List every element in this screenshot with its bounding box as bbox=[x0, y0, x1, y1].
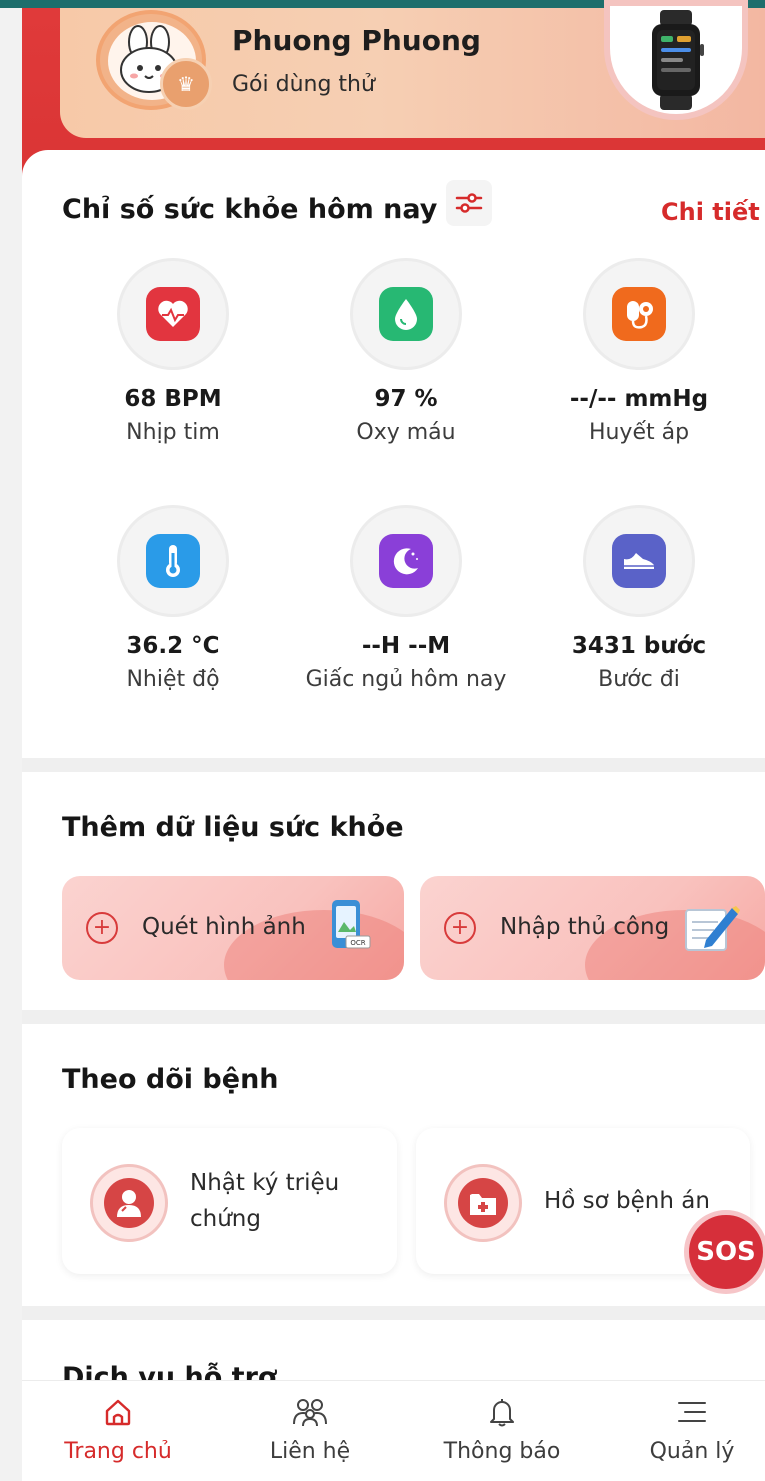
detail-link[interactable]: Chi tiết bbox=[661, 198, 760, 226]
metric-label: Giấc ngủ hôm nay bbox=[305, 667, 507, 692]
thermometer-icon bbox=[146, 534, 200, 588]
metric-value: --H --M bbox=[361, 633, 451, 659]
plus-circle-icon: + bbox=[444, 912, 476, 944]
section-divider bbox=[22, 758, 765, 772]
metric-heart-rate[interactable]: 68 BPM Nhịp tim bbox=[58, 258, 288, 445]
sliders-icon bbox=[455, 193, 483, 213]
metric-value: 97 % bbox=[374, 386, 438, 412]
nav-notifications-label: Thông báo bbox=[443, 1439, 561, 1464]
disease-section-title: Theo dõi bệnh bbox=[62, 1064, 279, 1095]
blood-drop-icon bbox=[379, 287, 433, 341]
metric-value: 36.2 °C bbox=[126, 633, 220, 659]
metric-label: Nhiệt độ bbox=[126, 667, 220, 692]
symptom-diary-label-line2: chứng bbox=[190, 1206, 261, 1232]
plus-circle-icon: + bbox=[86, 912, 118, 944]
metric-label: Oxy máu bbox=[356, 420, 456, 445]
nav-home[interactable]: Trang chủ bbox=[38, 1395, 198, 1464]
symptom-diary-label-line1: Nhật ký triệu bbox=[190, 1170, 340, 1196]
metric-icon-circle bbox=[117, 258, 229, 370]
nav-manage-label: Quản lý bbox=[649, 1439, 735, 1464]
metric-sleep[interactable]: --H --M Giấc ngủ hôm nay bbox=[291, 505, 521, 692]
metric-icon-circle bbox=[583, 258, 695, 370]
scan-image-button[interactable]: + Quét hình ảnh OCR bbox=[62, 876, 404, 980]
add-data-section-title: Thêm dữ liệu sức khỏe bbox=[62, 812, 404, 843]
person-sick-icon bbox=[104, 1178, 154, 1228]
bell-icon bbox=[490, 1399, 514, 1427]
record-icon-ring bbox=[444, 1164, 522, 1242]
health-section-title: Chỉ số sức khỏe hôm nay bbox=[62, 194, 438, 225]
manual-input-label: Nhập thủ công bbox=[500, 914, 670, 940]
metric-temperature[interactable]: 36.2 °C Nhiệt độ bbox=[58, 505, 288, 692]
metric-icon-circle bbox=[350, 258, 462, 370]
section-divider bbox=[22, 1306, 765, 1320]
shoe-icon bbox=[612, 534, 666, 588]
medical-folder-icon bbox=[458, 1178, 508, 1228]
notepad-pencil-icon bbox=[685, 906, 740, 951]
svg-text:OCR: OCR bbox=[350, 939, 365, 947]
contacts-group-icon bbox=[293, 1399, 327, 1427]
metric-label: Huyết áp bbox=[588, 420, 690, 445]
symptom-diary-card[interactable]: Nhật ký triệu chứng bbox=[62, 1128, 397, 1274]
nav-notifications[interactable]: Thông báo bbox=[422, 1395, 582, 1464]
scan-image-label: Quét hình ảnh bbox=[142, 914, 306, 940]
medical-record-label: Hồ sơ bệnh án bbox=[544, 1188, 710, 1214]
nav-contacts-label: Liên hệ bbox=[269, 1439, 351, 1464]
metric-icon-circle bbox=[583, 505, 695, 617]
blood-pressure-icon bbox=[612, 287, 666, 341]
metric-value: 3431 bước bbox=[571, 633, 707, 659]
user-name: Phuong Phuong bbox=[232, 24, 481, 57]
sos-button[interactable]: SOS bbox=[684, 1210, 765, 1294]
bottom-navigation: Trang chủ Liên hệ Thông báo Quản lý bbox=[22, 1380, 765, 1481]
metric-label: Nhịp tim bbox=[126, 420, 220, 445]
crown-badge-icon: ♛ bbox=[160, 58, 212, 110]
smartwatch-icon bbox=[652, 10, 704, 110]
support-section-title: Dịch vụ hỗ trợ bbox=[62, 1354, 322, 1380]
heart-rate-icon bbox=[146, 287, 200, 341]
metric-blood-pressure[interactable]: --/-- mmHg Huyết áp bbox=[524, 258, 754, 445]
moon-icon bbox=[379, 534, 433, 588]
ocr-phone-icon: OCR bbox=[332, 900, 371, 949]
menu-icon bbox=[678, 1402, 706, 1422]
nav-manage[interactable]: Quản lý bbox=[612, 1395, 765, 1464]
manual-input-button[interactable]: + Nhập thủ công bbox=[420, 876, 765, 980]
home-icon bbox=[105, 1399, 131, 1426]
metric-icon-circle bbox=[350, 505, 462, 617]
metric-blood-oxygen[interactable]: 97 % Oxy máu bbox=[291, 258, 521, 445]
metric-steps[interactable]: 3431 bước Bước đi bbox=[524, 505, 754, 692]
section-divider bbox=[22, 1010, 765, 1024]
nav-contacts[interactable]: Liên hệ bbox=[230, 1395, 390, 1464]
metric-icon-circle bbox=[117, 505, 229, 617]
symptom-icon-ring bbox=[90, 1164, 168, 1242]
plan-label: Gói dùng thử bbox=[232, 72, 375, 97]
metric-value: --/-- mmHg bbox=[569, 386, 709, 412]
support-title-text: Dịch vụ hỗ trợ bbox=[62, 1362, 277, 1380]
nav-home-label: Trang chủ bbox=[64, 1439, 172, 1464]
metric-label: Bước đi bbox=[598, 667, 680, 692]
filter-button[interactable] bbox=[446, 180, 492, 226]
metric-value: 68 BPM bbox=[124, 386, 222, 412]
